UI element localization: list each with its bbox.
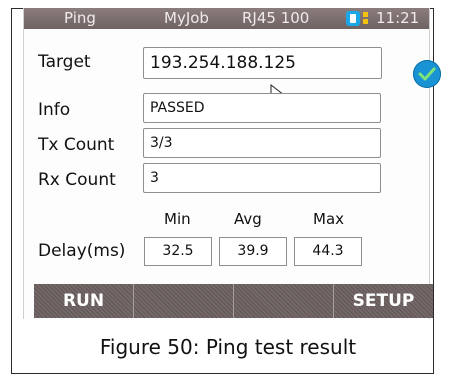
run-button[interactable]: RUN (34, 284, 134, 318)
info-field: PASSED (143, 93, 381, 123)
delay-min-field: 32.5 (144, 237, 212, 266)
battery-icon (346, 11, 360, 26)
status-tab-ping[interactable]: Ping (64, 8, 96, 29)
tx-count-field: 3/3 (143, 128, 381, 158)
softkey-2-button[interactable] (134, 284, 234, 318)
target-label: Target (38, 52, 91, 72)
delay-avg-header: Avg (234, 210, 262, 228)
status-time: 11:21 (376, 9, 420, 27)
delay-avg-field: 39.9 (219, 237, 287, 266)
delay-label: Delay(ms) (38, 241, 126, 261)
delay-max-header: Max (313, 210, 345, 228)
tx-count-label: Tx Count (38, 135, 115, 155)
status-port: RJ45 100 (242, 9, 310, 27)
target-input[interactable]: 193.254.188.125 (143, 47, 382, 79)
battery-level-icon (363, 12, 368, 26)
softkey-bar: RUN SETUP (34, 284, 433, 318)
delay-min-header: Min (164, 210, 191, 228)
check-icon (413, 60, 441, 88)
softkey-3-button[interactable] (234, 284, 334, 318)
rx-count-field: 3 (143, 163, 381, 193)
figure-caption: Figure 50: Ping test result (99, 335, 357, 359)
info-label: Info (38, 100, 71, 120)
status-tab-myjob[interactable]: MyJob (164, 8, 209, 29)
delay-max-field: 44.3 (294, 237, 362, 266)
device-screen: Ping MyJob RJ45 100 11:21 Target 193.254… (23, 8, 441, 319)
status-bar: Ping MyJob RJ45 100 11:21 (24, 8, 429, 29)
rx-count-label: Rx Count (38, 170, 116, 190)
setup-button[interactable]: SETUP (334, 284, 433, 318)
